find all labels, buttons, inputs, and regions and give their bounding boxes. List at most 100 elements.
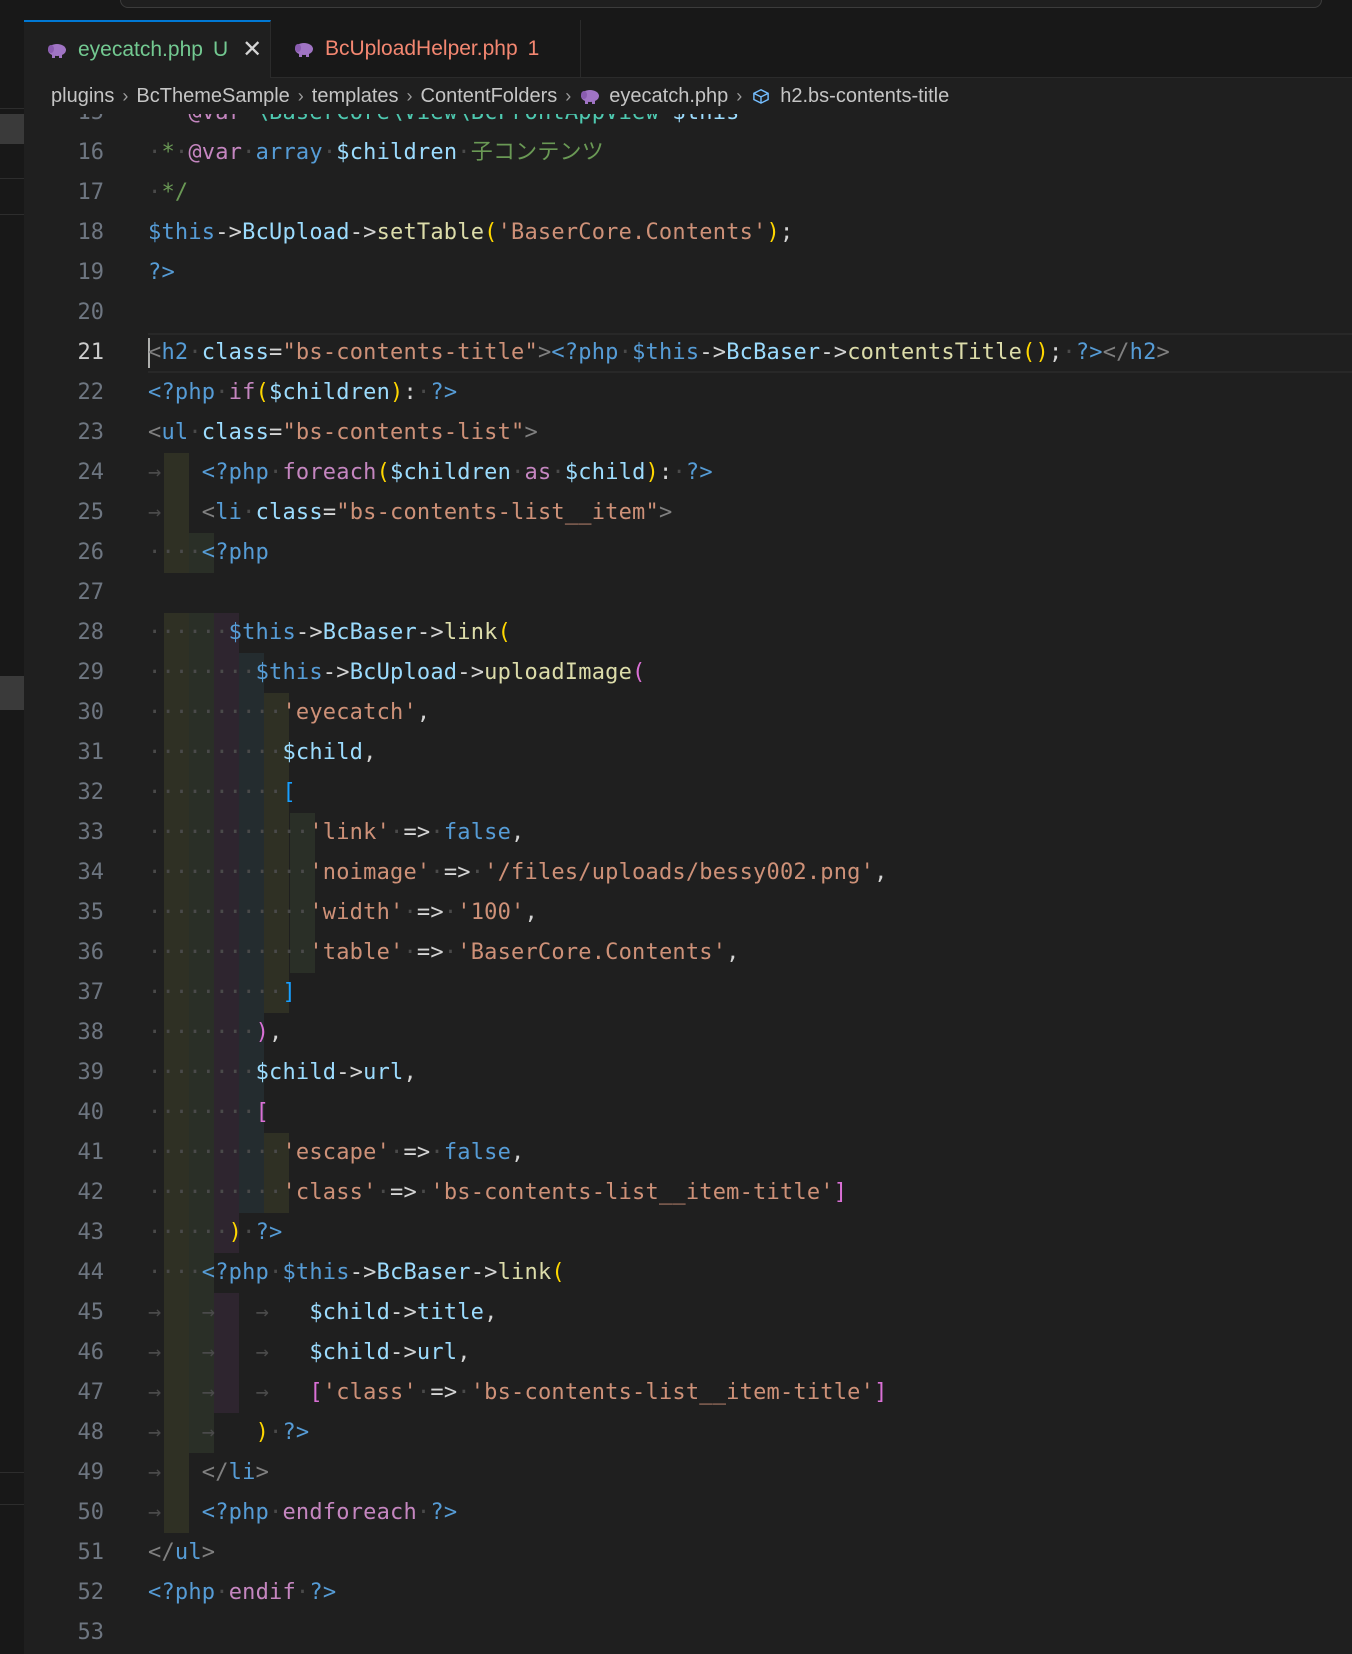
- line-number: 16: [77, 140, 105, 165]
- code-line[interactable]: 48 → → )·?>: [24, 1413, 1352, 1453]
- chevron-right-icon: ›: [122, 85, 129, 106]
- line-number: 26: [77, 540, 105, 565]
- code-editor[interactable]: 15 ·*·@var·\BaserCore\View\BcFrontAppView…: [24, 114, 1352, 1654]
- close-icon[interactable]: ✕: [242, 38, 262, 62]
- code-line[interactable]: 28 ······$this->BcBaser->link(: [24, 613, 1352, 653]
- code-line[interactable]: 30 ··········'eyecatch',: [24, 693, 1352, 733]
- line-number: 20: [77, 300, 105, 325]
- code-line[interactable]: 31 ··········$child,: [24, 733, 1352, 773]
- line-number: 41: [77, 1140, 105, 1165]
- code-line[interactable]: 17 ·*/: [24, 173, 1352, 213]
- code-line[interactable]: 46 → → → $child->url,: [24, 1333, 1352, 1373]
- code-line[interactable]: 41 ··········'escape'·=>·false,: [24, 1133, 1352, 1173]
- line-code: ············'noimage'·=>·'/files/uploads…: [148, 860, 888, 885]
- breadcrumb-item-symbol[interactable]: h2.bs-contents-title: [780, 85, 949, 108]
- code-line[interactable]: 42 ··········'class'·=>·'bs-contents-list…: [24, 1173, 1352, 1213]
- breadcrumb-item-templates[interactable]: templates: [312, 85, 399, 108]
- code-line[interactable]: 35 ············'width'·=>·'100',: [24, 893, 1352, 933]
- code-line[interactable]: 47 → → → ['class'·=>·'bs-contents-list__i…: [24, 1373, 1352, 1413]
- line-number: 23: [77, 420, 105, 445]
- line-code: ········$child->url,: [148, 1060, 417, 1085]
- code-line[interactable]: 24 → <?php·foreach($children·as·$child):·…: [24, 453, 1352, 493]
- line-number: 22: [77, 380, 105, 405]
- breadcrumb-item-file[interactable]: eyecatch.php: [609, 85, 728, 108]
- breadcrumb-item-plugins[interactable]: plugins: [51, 85, 114, 108]
- code-line[interactable]: 22 <?php·if($children):·?>: [24, 373, 1352, 413]
- line-number: 44: [77, 1260, 105, 1285]
- tab-eyecatch[interactable]: eyecatch.php U ✕: [24, 20, 271, 78]
- breadcrumb-item-bcthemesample[interactable]: BcThemeSample: [136, 85, 289, 108]
- activity-bar: [0, 0, 25, 1654]
- line-code: ············'table'·=>·'BaserCore.Conten…: [148, 940, 740, 965]
- tab-bcuploadhelper[interactable]: BcUploadHelper.php 1: [271, 20, 581, 77]
- chevron-right-icon: ›: [565, 85, 572, 106]
- line-code: ············'width'·=>·'100',: [148, 900, 538, 925]
- code-line[interactable]: 19 ?>: [24, 253, 1352, 293]
- code-line[interactable]: 16 ·*·@var·array·$children·子コンテンツ: [24, 133, 1352, 173]
- line-number: 38: [77, 1020, 105, 1045]
- code-line[interactable]: 40 ········[: [24, 1093, 1352, 1133]
- divider: [0, 1472, 24, 1473]
- code-line[interactable]: 50 → <?php·endforeach·?>: [24, 1493, 1352, 1533]
- line-number: 28: [77, 620, 105, 645]
- code-line[interactable]: 34 ············'noimage'·=>·'/files/uploa…: [24, 853, 1352, 893]
- code-line[interactable]: 38 ········),: [24, 1013, 1352, 1053]
- line-code: <?php·endif·?>: [148, 1580, 337, 1605]
- code-line[interactable]: 49 → </li>: [24, 1453, 1352, 1493]
- code-line[interactable]: 51 </ul>: [24, 1533, 1352, 1573]
- code-line[interactable]: 39 ········$child->url,: [24, 1053, 1352, 1093]
- editor-window: eyecatch.php U ✕ BcUploadHelper.php 1 pl…: [0, 0, 1352, 1654]
- code-line[interactable]: 27: [24, 573, 1352, 613]
- scroll-marker: [0, 676, 24, 710]
- code-line[interactable]: 23 <ul·class="bs-contents-list">: [24, 413, 1352, 453]
- line-code: ········$this->BcUpload->uploadImage(: [148, 660, 646, 685]
- chevron-right-icon: ›: [297, 85, 304, 106]
- line-code: → <?php·foreach($children·as·$child):·?>: [148, 460, 713, 485]
- line-code: ············'link'·=>·false,: [148, 820, 525, 845]
- code-line[interactable]: 43 ······)·?>: [24, 1213, 1352, 1253]
- line-code: → → )·?>: [148, 1420, 310, 1445]
- line-number: 40: [77, 1100, 105, 1125]
- code-line[interactable]: 36 ············'table'·=>·'BaserCore.Cont…: [24, 933, 1352, 973]
- line-code: ··········[: [148, 780, 296, 805]
- breadcrumb: plugins › BcThemeSample › templates › Co…: [24, 78, 1352, 114]
- line-number: 52: [77, 1580, 105, 1605]
- line-code: ······$this->BcBaser->link(: [148, 620, 512, 645]
- code-line[interactable]: 37 ··········]: [24, 973, 1352, 1013]
- title-bar: [24, 0, 1352, 21]
- line-code: → </li>: [148, 1460, 270, 1485]
- line-number: 35: [77, 900, 105, 925]
- code-line[interactable]: 21 <h2·class="bs-contents-title"><?php·$t…: [24, 333, 1352, 373]
- code-line[interactable]: 18 $this->BcUpload->setTable('BaserCore.C…: [24, 213, 1352, 253]
- code-line[interactable]: 15 ·*·@var·\BaserCore\View\BcFrontAppView…: [24, 114, 1352, 133]
- code-line[interactable]: 26 ····<?php: [24, 533, 1352, 573]
- line-number: 47: [77, 1380, 105, 1405]
- tab-bar: eyecatch.php U ✕ BcUploadHelper.php 1: [24, 20, 1352, 78]
- code-line[interactable]: 32 ··········[: [24, 773, 1352, 813]
- line-number: 50: [77, 1500, 105, 1525]
- code-line[interactable]: 52 <?php·endif·?>: [24, 1573, 1352, 1613]
- line-number: 30: [77, 700, 105, 725]
- line-number: 42: [77, 1180, 105, 1205]
- code-line[interactable]: 53: [24, 1613, 1352, 1653]
- chevron-right-icon: ›: [406, 85, 413, 106]
- command-center[interactable]: [120, 0, 1322, 8]
- line-code: ··········'class'·=>·'bs-contents-list__…: [148, 1180, 848, 1205]
- line-code: ··········'escape'·=>·false,: [148, 1140, 525, 1165]
- code-line[interactable]: 33 ············'link'·=>·false,: [24, 813, 1352, 853]
- tab-label: BcUploadHelper.php: [325, 36, 518, 60]
- line-number: 33: [77, 820, 105, 845]
- code-line[interactable]: 44 ····<?php·$this->BcBaser->link(: [24, 1253, 1352, 1293]
- line-number: 15: [24, 114, 105, 133]
- line-code: → <?php·endforeach·?>: [148, 1500, 458, 1525]
- code-line[interactable]: 29 ········$this->BcUpload->uploadImage(: [24, 653, 1352, 693]
- line-number: 31: [77, 740, 105, 765]
- breadcrumb-item-contentfolders[interactable]: ContentFolders: [421, 85, 558, 108]
- code-line[interactable]: 45 → → → $child->title,: [24, 1293, 1352, 1333]
- line-code: ····<?php: [148, 540, 270, 565]
- code-line[interactable]: 25 → <li·class="bs-contents-list__item">: [24, 493, 1352, 533]
- divider: [0, 214, 24, 215]
- code-line[interactable]: 20: [24, 293, 1352, 333]
